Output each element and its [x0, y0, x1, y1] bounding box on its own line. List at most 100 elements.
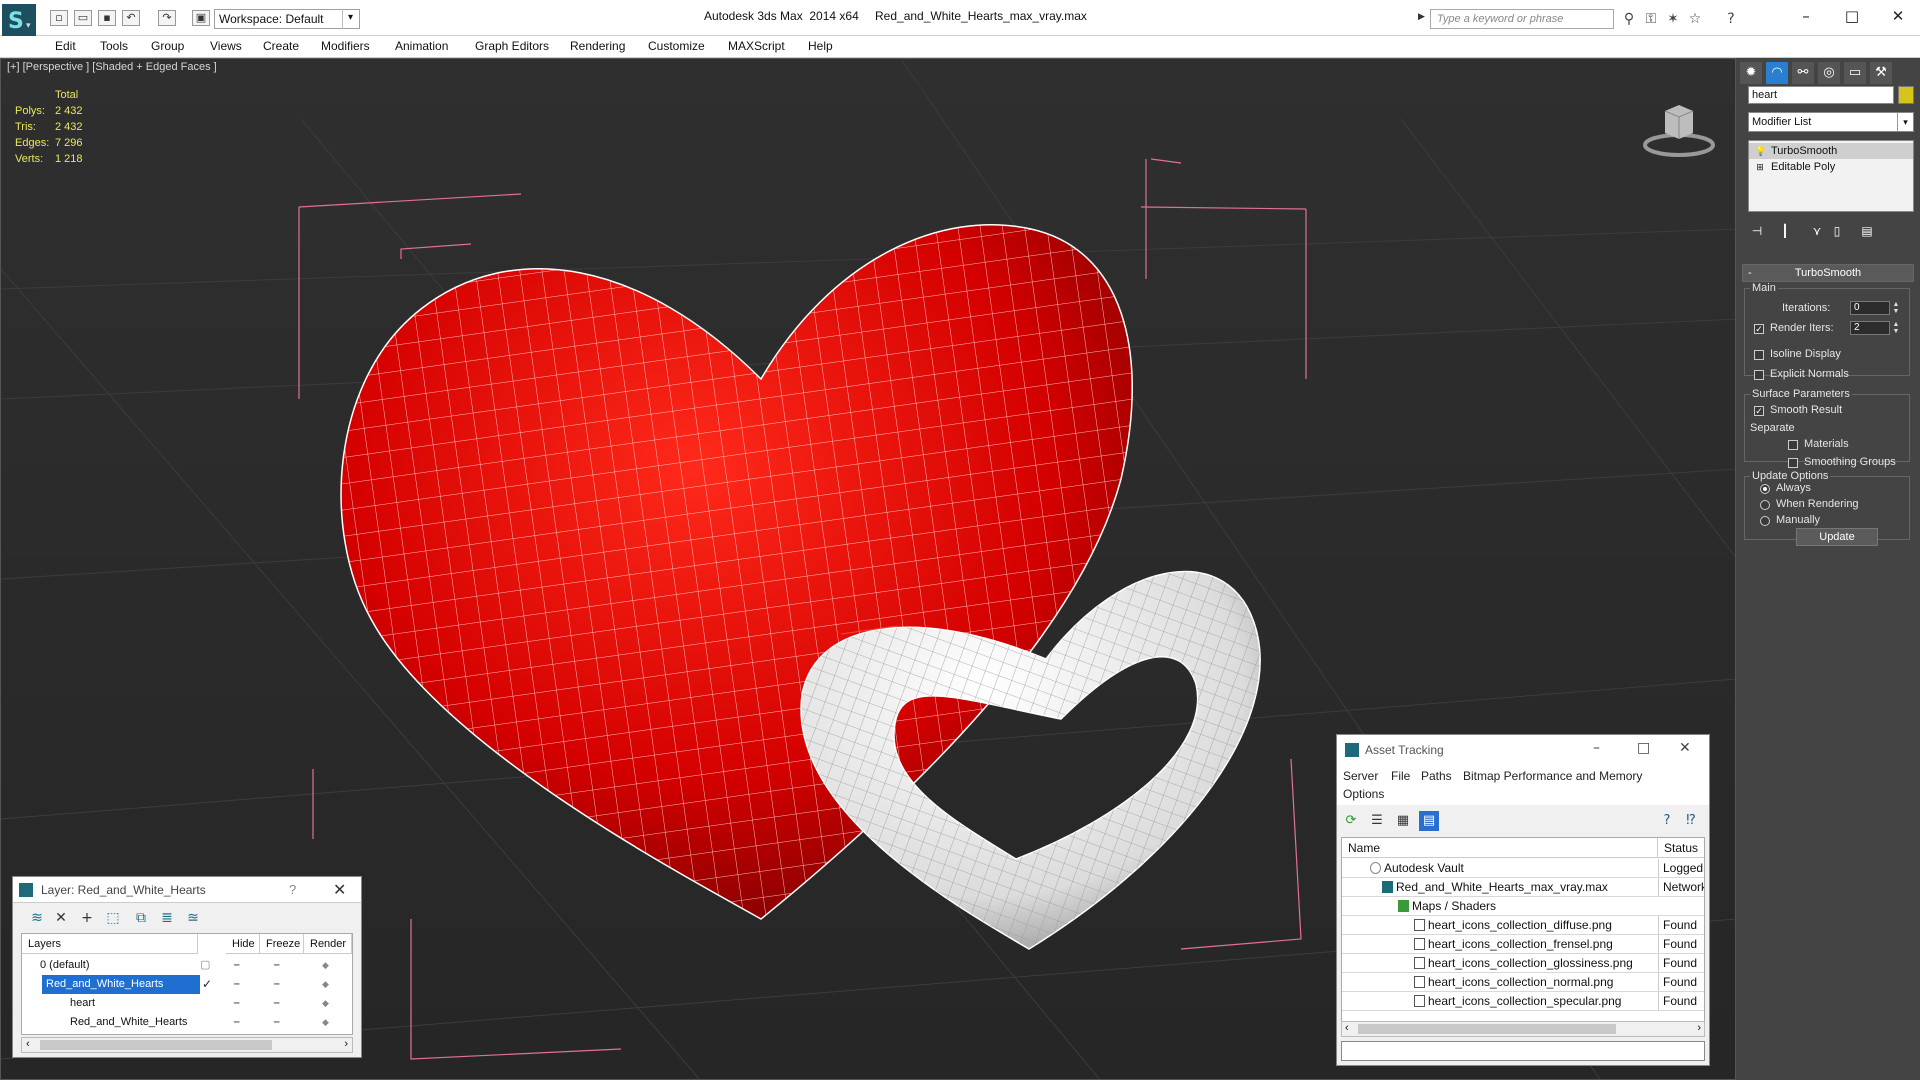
select-objects-in-layer-icon[interactable]: ⬚	[103, 909, 123, 927]
lightbulb-icon[interactable]: 💡	[1755, 145, 1766, 157]
close-icon[interactable]: ✕	[333, 880, 346, 900]
render-iters-checkbox[interactable]: ✓	[1754, 324, 1764, 334]
smooth-result-checkbox[interactable]: ✓	[1754, 406, 1764, 416]
expand-plus-icon[interactable]: ⊞	[1755, 161, 1765, 173]
help-icon[interactable]: ?	[289, 882, 296, 897]
isoline-display-checkbox[interactable]	[1754, 350, 1764, 360]
smoothing-groups-checkbox[interactable]	[1788, 458, 1798, 468]
render-teapot-icon[interactable]: ◆	[322, 994, 329, 1013]
freeze-toggle-icon[interactable]: ━	[274, 975, 279, 994]
remove-modifier-icon[interactable]: ▯	[1828, 222, 1846, 240]
minimize-button[interactable]: –	[1593, 740, 1600, 756]
asset-row[interactable]: Maps / Shaders	[1342, 897, 1704, 916]
utilities-tab-icon[interactable]: ⚒	[1870, 62, 1892, 84]
refresh-icon[interactable]: ⟳	[1341, 811, 1361, 831]
maximize-button[interactable]: □	[1637, 740, 1650, 756]
hide-all-layers-icon[interactable]: ≣	[157, 909, 177, 927]
viewcube-icon[interactable]	[1641, 89, 1717, 165]
layer-stack-icon[interactable]: ≋	[27, 909, 47, 927]
subscription-icon[interactable]: ⚿	[1642, 10, 1660, 28]
menu-file[interactable]: File	[1391, 769, 1410, 783]
menu-group[interactable]: Group	[151, 39, 184, 53]
context-help-icon[interactable]: ⁉	[1681, 811, 1701, 831]
freeze-all-layers-icon[interactable]: ≊	[183, 909, 203, 927]
pin-stack-icon[interactable]: ⊣	[1748, 222, 1766, 240]
hide-toggle-icon[interactable]: ━	[234, 1013, 239, 1032]
hide-toggle-icon[interactable]: ━	[234, 956, 239, 975]
modifier-list-dropdown[interactable]: Modifier List ▾	[1748, 112, 1914, 132]
column-header-layers[interactable]: Layers	[22, 934, 198, 954]
menu-help[interactable]: Help	[808, 39, 833, 53]
favorites-star-icon[interactable]: ☆	[1686, 10, 1704, 28]
hierarchy-tab-icon[interactable]: ⚯	[1792, 62, 1814, 84]
hide-toggle-icon[interactable]: ━	[234, 975, 239, 994]
layer-object-row[interactable]: heart ━ ━ ◆	[22, 994, 352, 1013]
project-folder-icon[interactable]: ▣	[192, 10, 210, 26]
asset-window-titlebar[interactable]: Asset Tracking – □ ✕	[1337, 735, 1709, 765]
workspace-dropdown[interactable]: Workspace: Default	[214, 9, 360, 29]
menu-bitmap-performance[interactable]: Bitmap Performance and Memory	[1463, 769, 1642, 783]
manually-radio[interactable]	[1760, 516, 1770, 526]
table-view-icon[interactable]: ▤	[1419, 811, 1439, 831]
menu-views[interactable]: Views	[210, 39, 242, 53]
help-icon[interactable]: ?	[1657, 811, 1677, 831]
materials-checkbox[interactable]	[1788, 440, 1798, 450]
viewport-label[interactable]: [+] [Perspective ] [Shaded + Edged Faces…	[7, 61, 217, 73]
asset-row[interactable]: heart_icons_collection_specular.png Foun…	[1342, 992, 1704, 1011]
stack-item-turbosmooth[interactable]: 💡 TurboSmooth	[1749, 143, 1913, 159]
menu-animation[interactable]: Animation	[395, 39, 448, 53]
undo-icon[interactable]: ↶	[122, 10, 140, 26]
list-view-icon[interactable]: ☰	[1367, 811, 1387, 831]
highlight-selected-layer-icon[interactable]: ⧉	[131, 909, 151, 927]
scroll-left-icon[interactable]: ‹	[26, 1038, 30, 1050]
red-heart-mesh[interactable]	[340, 224, 1133, 920]
menu-modifiers[interactable]: Modifiers	[321, 39, 370, 53]
spinner-arrows-icon[interactable]: ▲ ▼	[1891, 321, 1901, 335]
object-color-swatch[interactable]	[1898, 86, 1914, 104]
rollout-header[interactable]: - TurboSmooth	[1742, 264, 1914, 282]
menu-paths[interactable]: Paths	[1421, 769, 1452, 783]
close-button[interactable]: ✕	[1679, 740, 1691, 756]
layer-row[interactable]: 0 (default) ▢ ━ ━ ◆	[22, 956, 352, 975]
motion-tab-icon[interactable]: ◎	[1818, 62, 1840, 84]
scroll-right-icon[interactable]: ›	[344, 1038, 348, 1050]
close-button[interactable]: ✕	[1880, 4, 1916, 28]
column-header-render[interactable]: Render	[304, 934, 352, 954]
active-layer-box-icon[interactable]: ▢	[200, 956, 210, 975]
display-tab-icon[interactable]: ▭	[1844, 62, 1866, 84]
object-name-field[interactable]: heart	[1748, 86, 1894, 104]
menu-graph-editors[interactable]: Graph Editors	[475, 39, 549, 53]
layer-window-titlebar[interactable]: Layer: Red_and_White_Hearts ? ✕	[13, 877, 361, 903]
redo-icon[interactable]: ↷	[158, 10, 176, 26]
freeze-toggle-icon[interactable]: ━	[274, 956, 279, 975]
freeze-toggle-icon[interactable]: ━	[274, 994, 279, 1013]
column-header-status[interactable]: Status	[1658, 838, 1704, 858]
layer-row-selected[interactable]: Red_and_White_Hearts ✓ ━ ━ ◆	[22, 975, 352, 994]
asset-row[interactable]: heart_icons_collection_frensel.png Found	[1342, 935, 1704, 954]
open-file-icon[interactable]: ▭	[74, 10, 92, 26]
binoculars-icon[interactable]: ⚲	[1620, 10, 1638, 28]
menu-server[interactable]: Server	[1343, 769, 1378, 783]
asset-row[interactable]: heart_icons_collection_diffuse.png Found	[1342, 916, 1704, 935]
communication-center-icon[interactable]: ✶	[1664, 10, 1682, 28]
menu-rendering[interactable]: Rendering	[570, 39, 625, 53]
create-tab-icon[interactable]: ✹	[1740, 62, 1762, 84]
stack-item-editable-poly[interactable]: ⊞ Editable Poly	[1749, 159, 1913, 175]
explicit-normals-checkbox[interactable]	[1754, 370, 1764, 380]
thumbnail-view-icon[interactable]: ▦	[1393, 811, 1413, 831]
scrollbar-thumb[interactable]	[40, 1040, 272, 1050]
asset-row[interactable]: heart_icons_collection_normal.png Found	[1342, 973, 1704, 992]
asset-row[interactable]: heart_icons_collection_glossiness.png Fo…	[1342, 954, 1704, 973]
render-iters-spinner[interactable]: 2	[1850, 321, 1890, 335]
render-teapot-icon[interactable]: ◆	[322, 1013, 329, 1032]
menu-edit[interactable]: Edit	[55, 39, 76, 53]
freeze-toggle-icon[interactable]: ━	[274, 1013, 279, 1032]
when-rendering-radio[interactable]	[1760, 500, 1770, 510]
asset-row[interactable]: Red_and_White_Hearts_max_vray.max Networ…	[1342, 878, 1704, 897]
render-teapot-icon[interactable]: ◆	[322, 975, 329, 994]
always-radio[interactable]	[1760, 484, 1770, 494]
active-layer-check-icon[interactable]: ✓	[202, 975, 212, 994]
minimize-button[interactable]: –	[1788, 4, 1824, 28]
show-end-result-icon[interactable]: ┃	[1776, 222, 1794, 240]
make-unique-icon[interactable]: ⋎	[1808, 222, 1826, 240]
